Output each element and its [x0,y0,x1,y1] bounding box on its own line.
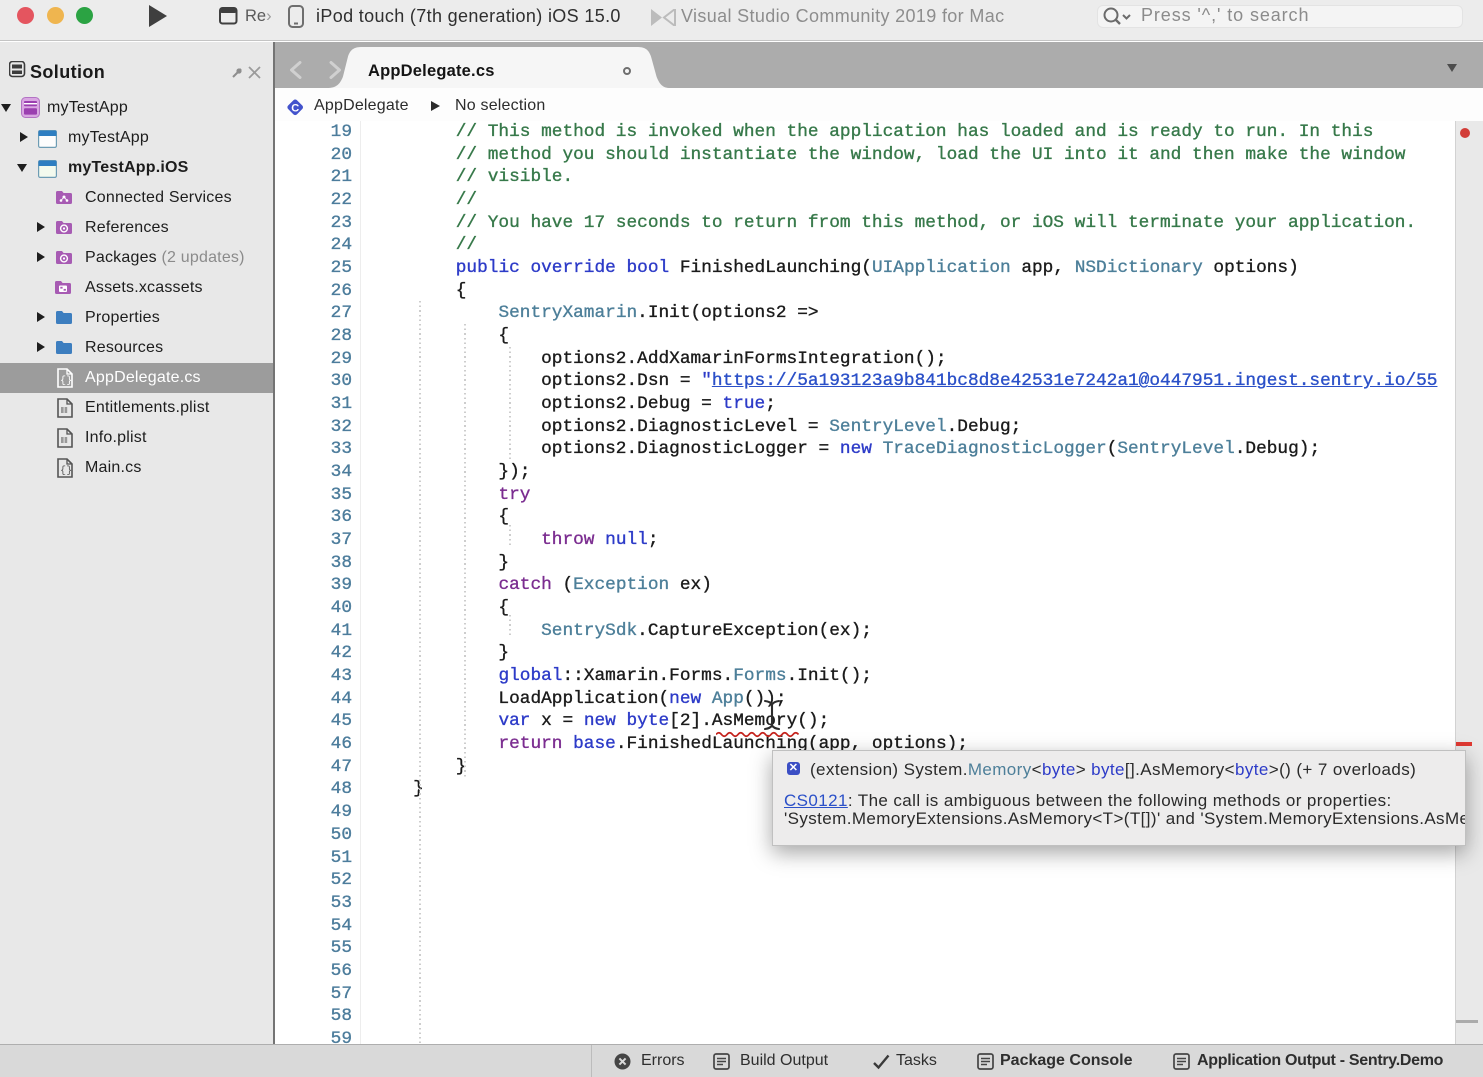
svg-text:{}: {} [60,375,72,387]
svg-text:C: C [291,102,299,114]
svg-text:{}: {} [60,465,72,477]
